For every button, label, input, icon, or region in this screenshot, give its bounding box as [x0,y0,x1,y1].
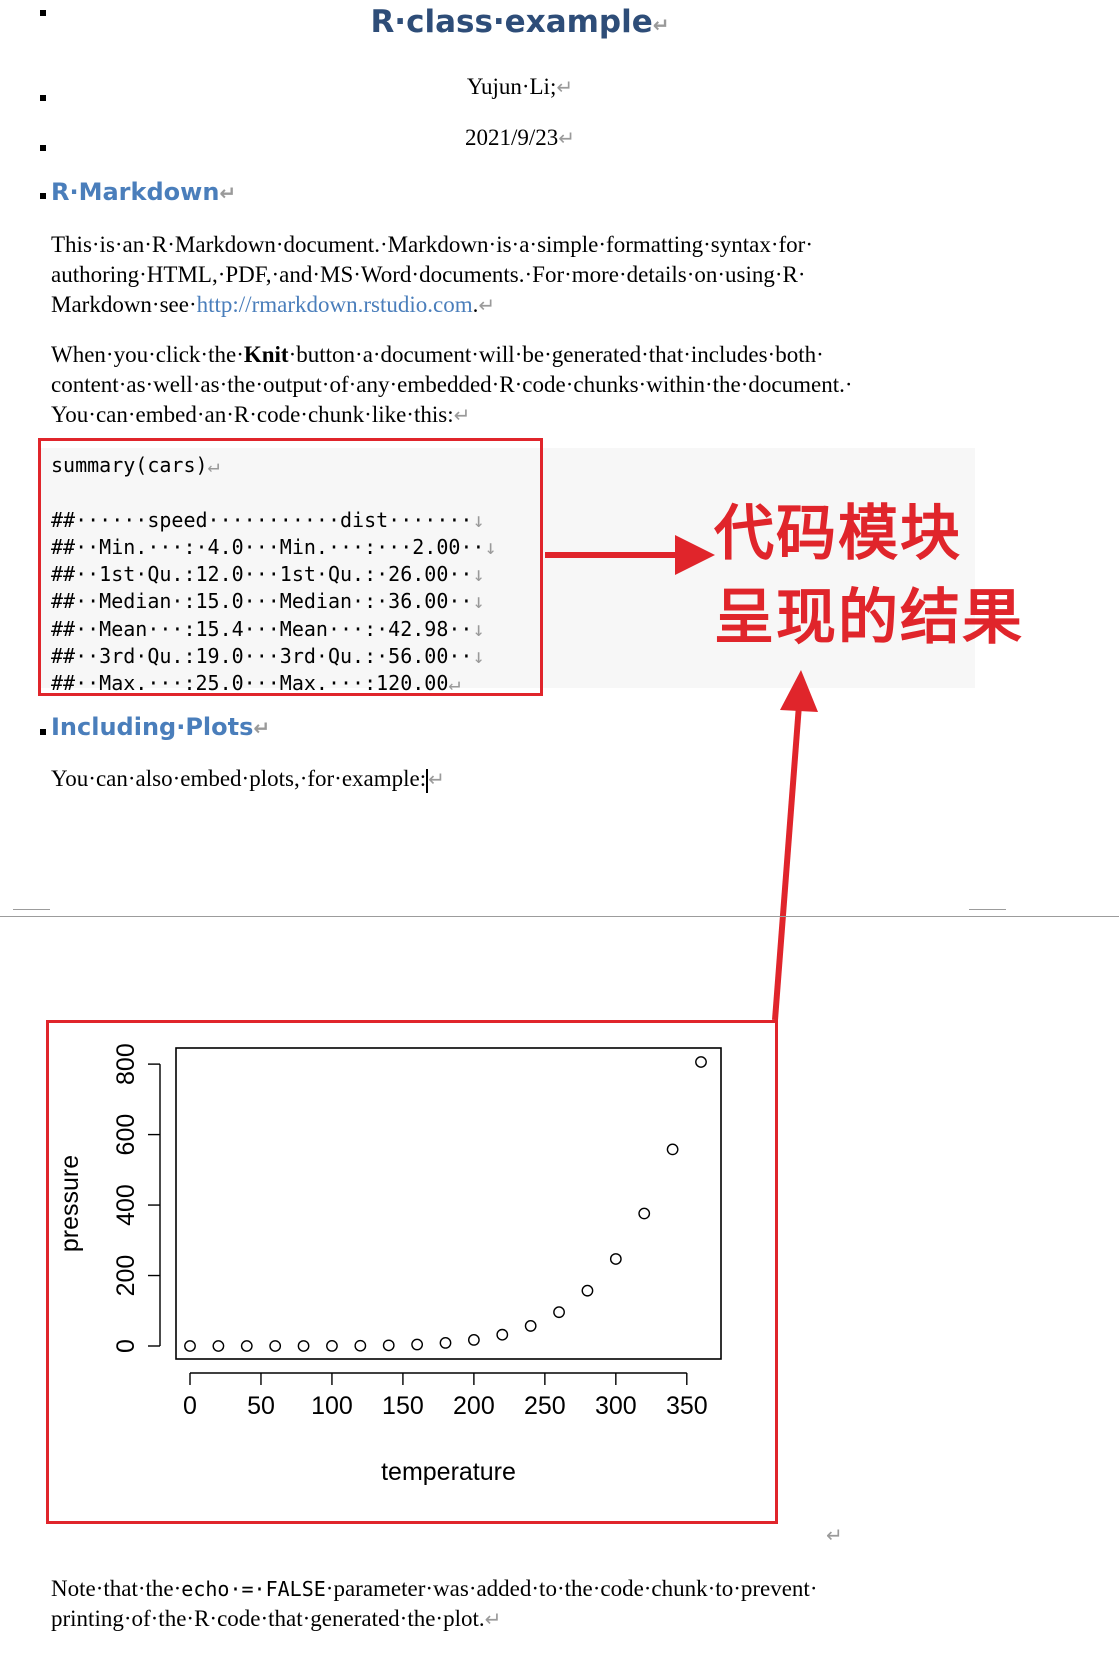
data-point [184,1340,196,1352]
data-point [609,1253,622,1265]
x-tick-label: 250 [524,1392,566,1420]
scatter-plot: 0 50 100 150 200 250 300 350 0 200 400 600 800 temper… [56,1043,722,1486]
inline-code-equals: ·=· [229,1577,266,1601]
y-axis-label: pressure [56,1155,84,1252]
x-tick-label: 0 [183,1392,197,1420]
page-corner-left [13,909,50,917]
x-tick-label: 300 [595,1392,637,1420]
data-point [382,1339,395,1352]
y-tick-label: 400 [112,1184,140,1226]
y-tick-label: 200 [112,1255,140,1297]
paragraph-line: You·can·also·embed·plots,·for·example: ↵ [51,764,951,795]
heading-text: Including·Plots [51,713,254,741]
paragraph-mark: ↵ [428,769,445,791]
data-point [411,1338,424,1351]
x-tick-label: 50 [247,1392,275,1420]
data-point [496,1328,509,1341]
paragraph-line: Note·that·the·echo·=·FALSE·parameter·was… [51,1574,951,1604]
paragraph-mark: ↵ [253,716,271,740]
y-tick-label: 0 [112,1339,140,1353]
text-segment: ·parameter·was·added·to·the·code·chunk·t… [325,1576,818,1601]
paragraph-mark: ↵ [826,1525,843,1547]
text-segment: You·can·also·embed·plots,·for·example: [51,766,427,791]
y-tick-label: 600 [112,1114,140,1156]
inline-code-false: FALSE [265,1577,326,1601]
paragraph-line: printing·of·the·R·code·that·generated·th… [51,1604,951,1635]
arrow-up-shaft [772,704,802,1021]
arrow-up-head [780,670,818,712]
data-point [553,1306,565,1319]
x-tick-label: 100 [311,1392,353,1420]
paragraph-mark: ↵ [484,1609,502,1631]
data-point [212,1340,225,1352]
x-axis-label: temperature [381,1458,516,1486]
plots-paragraph[interactable]: You·can·also·embed·plots,·for·example: ↵ [51,764,951,795]
data-point [326,1340,338,1352]
data-point [269,1340,282,1352]
y-tick-label: 800 [112,1043,140,1085]
inline-code-echo: echo [181,1577,230,1601]
paragraph-mark-after-plot: ↵ [826,1523,843,1548]
x-tick-label: 200 [453,1392,495,1420]
data-point [240,1340,253,1352]
data-point [638,1207,651,1220]
data-point [666,1143,679,1156]
page-corner-right [969,909,1006,917]
data-point [524,1320,537,1332]
page-break-line [0,916,1119,917]
text-segment: Note·that·the· [51,1576,182,1601]
note-paragraph[interactable]: Note·that·the·echo·=·FALSE·parameter·was… [51,1574,951,1635]
data-point [581,1284,594,1297]
data-point [467,1334,480,1346]
data-point [354,1339,367,1352]
section-heading-including-plots[interactable]: Including·Plots↵ [51,713,270,741]
x-tick-label: 350 [666,1392,708,1420]
data-point [439,1336,452,1349]
data-point [695,1056,707,1068]
x-tick-label: 150 [382,1392,424,1420]
data-point [297,1340,310,1352]
text-segment: printing·of·the·R·code·that·generated·th… [51,1606,485,1631]
arrow-right-head [675,535,715,575]
plot-frame [175,1047,722,1360]
